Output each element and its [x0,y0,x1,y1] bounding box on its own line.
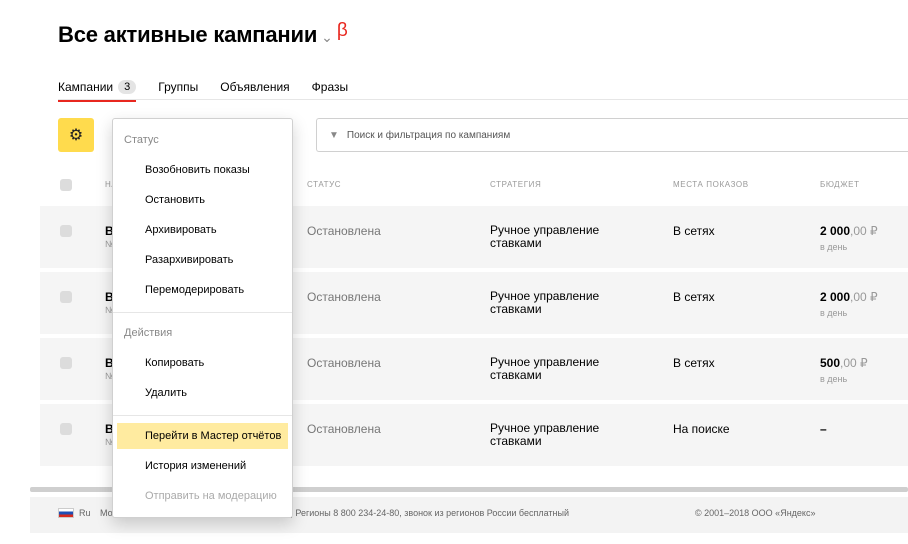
settings-button[interactable]: ⚙ [58,118,94,152]
header-strategy[interactable]: СТРАТЕГИЯ [490,180,541,189]
actions-dropdown: Статус Возобновить показы Остановить Арх… [112,118,293,518]
tab-count-badge: 3 [118,80,137,94]
tab-ads[interactable]: Объявления [220,80,289,94]
budget-value: 2 000 [820,224,851,238]
budget-period: в день [820,308,848,318]
tabs: Кампании 3 Группы Объявления Фразы [58,80,370,102]
menu-item-resume[interactable]: Возобновить показы [117,157,288,183]
tab-groups[interactable]: Группы [158,80,198,94]
campaign-strategy: Ручное управление ставками [490,422,599,448]
dropdown-header-actions: Действия [124,327,173,339]
campaign-budget: 2 000,00 ₽ в день [820,224,878,252]
campaign-strategy: Ручное управление ставками [490,356,599,382]
page-title: Все активные кампании [58,22,318,47]
campaign-budget: – [820,422,827,440]
chevron-down-icon[interactable]: ⌄ [321,29,333,46]
budget-value: 500 [820,356,841,370]
campaign-status: Остановлена [307,224,381,238]
budget-cents: ,00 ₽ [840,356,868,370]
russia-flag-icon [58,508,74,518]
footer-text: Мо [100,508,113,518]
header-status[interactable]: СТАТУС [307,180,341,189]
row-checkbox[interactable] [60,225,72,237]
budget-period: в день [820,374,848,384]
language-label: Ru [79,508,91,518]
search-input[interactable]: ▼ Поиск и фильтрация по кампаниям [316,118,908,152]
dropdown-header-status: Статус [124,134,159,146]
tab-phrases[interactable]: Фразы [312,80,348,94]
menu-item-copy[interactable]: Копировать [117,350,288,376]
page-title-row: Все активные кампании ⌄ β [58,20,348,48]
menu-item-stop[interactable]: Остановить [117,187,288,213]
budget-cents: ,00 ₽ [850,290,878,304]
menu-item-remoderate[interactable]: Перемодерировать [117,277,288,303]
campaign-places: На поиске [673,422,730,436]
budget-value: – [820,422,827,436]
search-placeholder: Поиск и фильтрация по кампаниям [346,129,511,141]
budget-value: 2 000 [820,290,851,304]
header-budget[interactable]: БЮДЖЕТ [820,180,860,189]
strategy-line: ставками [490,434,542,448]
budget-period: в день [820,242,848,252]
filter-icon: ▼ [329,129,339,141]
row-checkbox[interactable] [60,357,72,369]
campaign-places: В сетях [673,224,715,238]
row-checkbox[interactable] [60,291,72,303]
menu-item-unarchive[interactable]: Разархивировать [117,247,288,273]
language-switcher[interactable]: Ru [58,508,91,518]
campaign-places: В сетях [673,356,715,370]
campaign-status: Остановлена [307,422,381,436]
menu-divider [113,312,292,313]
menu-item-history[interactable]: История изменений [117,453,288,479]
gear-icon: ⚙ [68,127,84,144]
row-checkbox[interactable] [60,423,72,435]
campaign-budget: 500,00 ₽ в день [820,356,868,384]
menu-divider [113,415,292,416]
budget-cents: ,00 ₽ [850,224,878,238]
strategy-line: ставками [490,368,542,382]
strategy-line: ставками [490,236,542,250]
campaign-status: Остановлена [307,356,381,370]
menu-item-delete[interactable]: Удалить [117,380,288,406]
campaign-strategy: Ручное управление ставками [490,224,599,250]
strategy-line: ставками [490,302,542,316]
header-places[interactable]: МЕСТА ПОКАЗОВ [673,180,749,189]
menu-item-send-moderation: Отправить на модерацию [145,490,277,502]
campaign-budget: 2 000,00 ₽ в день [820,290,878,318]
campaign-status: Остановлена [307,290,381,304]
select-all-checkbox[interactable] [60,179,72,191]
menu-item-report-wizard[interactable]: Перейти в Мастер отчётов [117,423,288,449]
footer-regions: 0 | Регионы 8 800 234-24-80, звонок из р… [283,508,569,518]
footer-copyright: © 2001–2018 ООО «Яндекс» [695,508,816,518]
menu-item-archive[interactable]: Архивировать [117,217,288,243]
beta-badge: β [336,20,348,41]
tab-label: Кампании [58,80,114,94]
campaign-strategy: Ручное управление ставками [490,290,599,316]
campaign-places: В сетях [673,290,715,304]
tabs-divider [58,99,908,100]
